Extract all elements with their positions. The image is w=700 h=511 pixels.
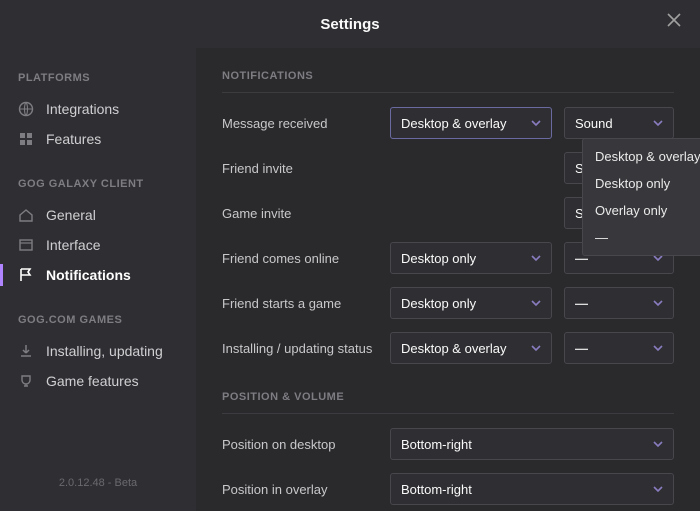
select-value: Desktop & overlay	[401, 116, 507, 131]
sidebar-item-interface[interactable]: Interface	[0, 230, 196, 260]
sidebar-section-games: GOG.COM GAMES	[0, 308, 196, 336]
position-select[interactable]: Bottom-right	[390, 428, 674, 460]
sidebar-item-label: Installing, updating	[46, 343, 163, 359]
select-value: Desktop only	[401, 251, 476, 266]
chevron-down-icon	[531, 253, 541, 263]
select-value: Bottom-right	[401, 437, 472, 452]
globe-icon	[18, 101, 34, 117]
row-label: Message received	[222, 116, 390, 131]
display-select[interactable]: Desktop & overlay	[390, 332, 552, 364]
sidebar-item-label: Notifications	[46, 267, 131, 283]
display-select[interactable]: Desktop only	[390, 242, 552, 274]
sidebar-item-general[interactable]: General	[0, 200, 196, 230]
select-value: Desktop & overlay	[401, 341, 507, 356]
row-label: Installing / updating status	[222, 341, 390, 356]
divider	[222, 92, 674, 93]
dropdown-option[interactable]: Overlay only	[583, 197, 700, 224]
position-row: Position on desktop Bottom-right	[222, 428, 674, 460]
section-heading-position: POSITION & VOLUME	[222, 391, 674, 403]
sidebar-item-notifications[interactable]: Notifications	[0, 260, 196, 290]
select-value: —	[575, 296, 588, 311]
chevron-down-icon	[653, 298, 663, 308]
row-label: Position in overlay	[222, 482, 390, 497]
sidebar-item-label: Game features	[46, 373, 139, 389]
chevron-down-icon	[531, 298, 541, 308]
sidebar-item-label: General	[46, 207, 96, 223]
dropdown-option[interactable]: Desktop only	[583, 170, 700, 197]
titlebar: Settings	[0, 0, 700, 48]
sidebar-item-integrations[interactable]: Integrations	[0, 94, 196, 124]
row-label: Friend invite	[222, 161, 390, 176]
chevron-down-icon	[653, 439, 663, 449]
download-icon	[18, 343, 34, 359]
chevron-down-icon	[531, 118, 541, 128]
chevron-down-icon	[531, 343, 541, 353]
version-label: 2.0.12.48 - Beta	[0, 477, 196, 503]
sidebar-section-client: GOG GALAXY CLIENT	[0, 172, 196, 200]
position-row: Position in overlay Bottom-right	[222, 473, 674, 505]
dropdown-option[interactable]: —	[583, 224, 700, 251]
home-icon	[18, 207, 34, 223]
row-label: Position on desktop	[222, 437, 390, 452]
sidebar-item-installing[interactable]: Installing, updating	[0, 336, 196, 366]
sound-select[interactable]: —	[564, 287, 674, 319]
divider	[222, 413, 674, 414]
select-value: —	[575, 341, 588, 356]
select-value: Sound	[575, 116, 613, 131]
section-heading-notifications: NOTIFICATIONS	[222, 70, 674, 82]
display-select[interactable]: Desktop only	[390, 287, 552, 319]
chevron-down-icon	[653, 484, 663, 494]
row-label: Friend starts a game	[222, 296, 390, 311]
display-dropdown: Desktop & overlay Desktop only Overlay o…	[582, 138, 700, 256]
sidebar-item-features[interactable]: Features	[0, 124, 196, 154]
dropdown-option[interactable]: Desktop & overlay	[583, 143, 700, 170]
sound-select[interactable]: —	[564, 332, 674, 364]
sidebar-item-label: Integrations	[46, 101, 119, 117]
row-label: Friend comes online	[222, 251, 390, 266]
display-select[interactable]: Desktop & overlay	[390, 107, 552, 139]
sidebar-item-label: Interface	[46, 237, 100, 253]
chevron-down-icon	[653, 343, 663, 353]
layout-icon	[18, 237, 34, 253]
select-value: Bottom-right	[401, 482, 472, 497]
row-label: Game invite	[222, 206, 390, 221]
trophy-icon	[18, 373, 34, 389]
sidebar-item-label: Features	[46, 131, 101, 147]
sound-select[interactable]: Sound	[564, 107, 674, 139]
select-value: Desktop only	[401, 296, 476, 311]
window-title: Settings	[320, 16, 379, 33]
content-pane: NOTIFICATIONS Message received Desktop &…	[196, 48, 700, 511]
notification-row: Message received Desktop & overlay Sound	[222, 107, 674, 139]
sidebar-section-platforms: PLATFORMS	[0, 66, 196, 94]
notification-row: Installing / updating status Desktop & o…	[222, 332, 674, 364]
chevron-down-icon	[653, 118, 663, 128]
notification-row: Friend starts a game Desktop only —	[222, 287, 674, 319]
grid-icon	[18, 131, 34, 147]
close-button[interactable]	[666, 12, 686, 32]
close-icon	[666, 12, 682, 28]
flag-icon	[18, 267, 34, 283]
sidebar-item-game-features[interactable]: Game features	[0, 366, 196, 396]
sidebar: PLATFORMS Integrations Features GOG GALA…	[0, 48, 196, 511]
position-select[interactable]: Bottom-right	[390, 473, 674, 505]
